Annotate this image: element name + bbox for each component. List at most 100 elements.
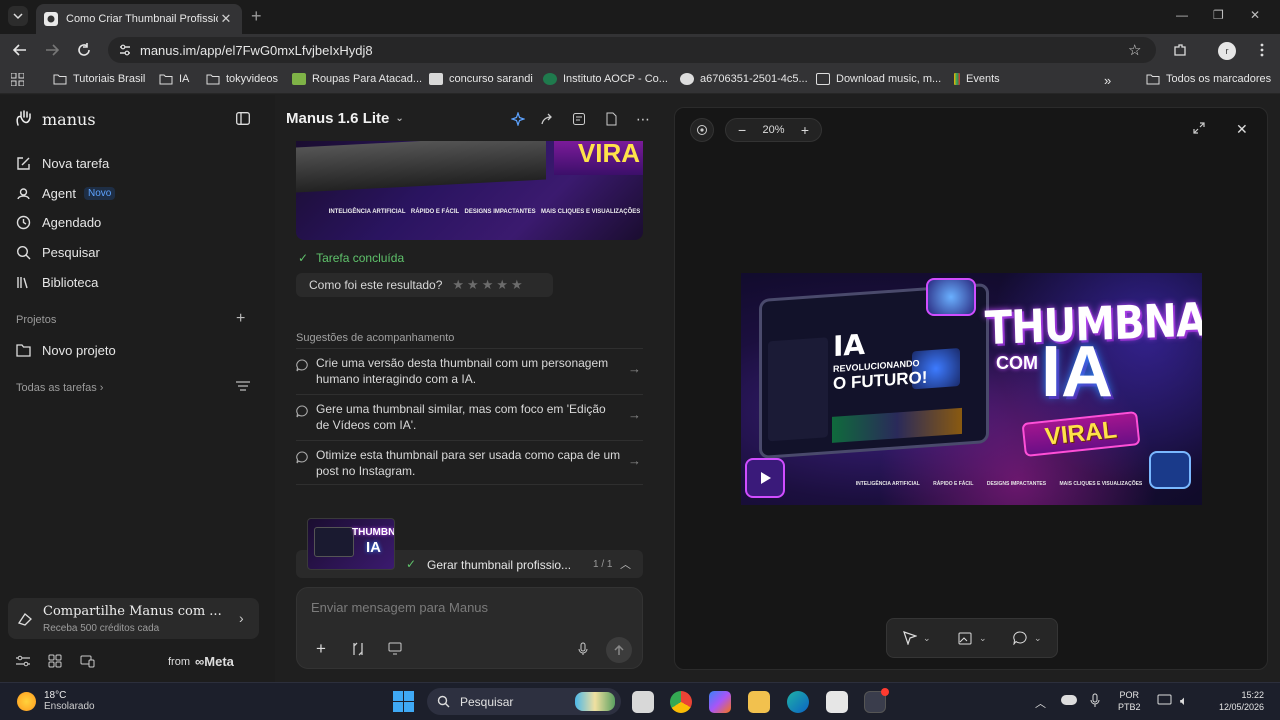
suggestion-item[interactable]: Crie uma versão desta thumbnail com um p… [296, 348, 643, 393]
microphone-icon[interactable] [1090, 693, 1100, 708]
add-attachment-icon[interactable]: + [316, 639, 326, 659]
target-icon [697, 125, 707, 135]
screen-icon[interactable] [1157, 694, 1172, 707]
window-close-icon[interactable]: ✕ [1250, 8, 1260, 22]
document-icon[interactable] [603, 111, 619, 127]
manus-logo[interactable]: manus [14, 109, 96, 129]
browser-menu-icon[interactable] [1254, 42, 1270, 58]
zoom-out-button[interactable]: − [738, 122, 746, 138]
bookmark-a6706351[interactable]: a6706351-2501-4c5... [680, 73, 808, 85]
task-view-icon[interactable] [632, 691, 654, 713]
edge-icon[interactable] [787, 691, 809, 713]
expand-icon[interactable] [1193, 122, 1205, 134]
extensions-icon[interactable] [1172, 42, 1188, 58]
tab-list-button[interactable] [8, 6, 28, 26]
bookmark-download-music[interactable]: Download music, m... [816, 73, 941, 85]
bookmark-aocp[interactable]: Instituto AOCP - Co... [543, 73, 668, 85]
bookmark-tutoriais-brasil[interactable]: Tutoriais Brasil [53, 73, 145, 85]
profile-avatar[interactable]: r [1218, 42, 1236, 60]
bookmark-ia[interactable]: IA [159, 73, 189, 85]
chat-panel: Manus 1.6 Lite ⌄ ⋯ VIRA INTELIGÊNCIA ART… [276, 95, 666, 682]
bookmark-star-icon[interactable]: ☆ [1128, 41, 1141, 59]
sidebar-item-biblioteca[interactable]: Biblioteca [14, 273, 98, 291]
sidebar-item-nova-tarefa[interactable]: Nova tarefa [14, 154, 109, 172]
sun-icon [17, 691, 36, 711]
site-icon [954, 73, 960, 85]
file-explorer-icon[interactable] [748, 691, 770, 713]
all-bookmarks[interactable]: Todos os marcadores [1146, 73, 1271, 85]
bookmark-roupas[interactable]: Roupas Para Atacad... [292, 73, 422, 85]
image-edit-tool-button[interactable]: ⌄ [958, 631, 987, 645]
devices-icon[interactable] [80, 655, 95, 668]
add-project-icon[interactable]: + [236, 310, 245, 328]
close-preview-icon[interactable]: ✕ [1236, 121, 1248, 138]
more-options-icon[interactable]: ⋯ [635, 111, 651, 127]
chevron-down-icon: ⌄ [1034, 632, 1042, 643]
clock[interactable]: 15:22 12/05/2026 [1204, 689, 1264, 713]
filter-icon[interactable] [236, 380, 250, 392]
laptop-sidebar [768, 337, 828, 442]
zoom-in-button[interactable]: + [801, 122, 809, 138]
weather-widget[interactable]: 18°C Ensolarado [17, 690, 95, 712]
new-project-item[interactable]: Novo projeto [14, 341, 116, 359]
address-omnibox[interactable]: manus.im/app/el7FwG0mxLfvjbeIxHydj8 ☆ [108, 37, 1156, 63]
chevron-up-icon[interactable]: ︿ [620, 556, 631, 572]
generated-thumbnail-image[interactable]: IA REVOLUCIONANDO O FUTURO! THUMBNAIL CO… [741, 273, 1202, 505]
suggestion-text: Gere uma thumbnail similar, mas com foco… [316, 402, 606, 432]
message-input-box[interactable]: Enviar mensagem para Manus + [296, 587, 643, 669]
manus-favicon-icon [44, 12, 58, 26]
more-bookmarks-icon[interactable]: » [1104, 73, 1111, 88]
apps-grid-icon[interactable] [11, 73, 24, 86]
bookmark-concurso[interactable]: concurso sarandi [429, 73, 533, 85]
store-icon[interactable] [826, 691, 848, 713]
minimize-icon[interactable]: — [1176, 8, 1188, 22]
comment-tool-button[interactable]: ⌄ [1013, 631, 1042, 645]
share-card[interactable]: Compartilhe Manus com ... Receba 500 cré… [8, 598, 259, 639]
star-rating[interactable]: ★★★★★ [452, 277, 525, 293]
sparkle-icon[interactable] [510, 111, 526, 127]
send-button[interactable] [606, 637, 632, 663]
bookmark-events[interactable]: Events [954, 73, 1000, 85]
microphone-icon[interactable] [578, 642, 588, 656]
chrome-icon[interactable] [670, 691, 692, 713]
suggestion-item[interactable]: Otimize esta thumbnail para ser usada co… [296, 440, 643, 485]
sidebar-item-agendado[interactable]: Agendado [14, 213, 101, 231]
forward-arrow-icon[interactable] [44, 42, 60, 58]
suggestion-item[interactable]: Gere uma thumbnail similar, mas com foco… [296, 394, 643, 439]
windows-start-icon[interactable] [393, 691, 414, 712]
settings-sliders-icon[interactable] [16, 655, 30, 667]
restore-icon[interactable]: ❐ [1213, 8, 1224, 22]
bookmark-tokyvideos[interactable]: tokyvideos [206, 73, 278, 85]
onedrive-icon[interactable] [1061, 695, 1077, 705]
sidebar-item-label: Pesquisar [42, 244, 100, 260]
input-language[interactable]: POR PTB2 [1118, 689, 1141, 713]
back-arrow-icon[interactable] [12, 42, 28, 58]
share-icon[interactable] [539, 111, 555, 127]
computer-icon[interactable] [388, 642, 402, 655]
sidebar-item-pesquisar[interactable]: Pesquisar [14, 243, 100, 261]
site-settings-icon[interactable] [118, 43, 132, 57]
arrow-up-icon [614, 644, 624, 655]
sidebar-item-agent[interactable]: Agent Novo [14, 184, 116, 202]
tab-close-icon[interactable]: ✕ [218, 11, 234, 27]
sidebar-toggle-icon[interactable] [236, 112, 250, 125]
browser-tab-active[interactable]: Como Criar Thumbnail Profissio ✕ [36, 4, 242, 34]
select-tool-button[interactable]: ⌄ [903, 631, 931, 645]
copilot-icon[interactable] [709, 691, 731, 713]
task-thumbnail-preview[interactable]: THUMBNAIL IA [307, 518, 395, 570]
chevron-up-icon[interactable]: ︿ [1035, 695, 1046, 711]
bookmark-label: a6706351-2501-4c5... [700, 73, 808, 85]
notes-icon[interactable] [571, 111, 587, 127]
chat-thumbnail-image[interactable]: VIRA INTELIGÊNCIA ARTIFICIAL RÁPIDO E FÁ… [296, 141, 643, 240]
taskbar-search[interactable]: Pesquisar [427, 688, 621, 715]
all-tasks-heading[interactable]: Todas as tarefas › [16, 382, 103, 394]
reload-icon[interactable] [76, 42, 92, 58]
bookmark-label: concurso sarandi [449, 73, 533, 85]
fit-view-button[interactable] [690, 118, 714, 142]
task-title: Gerar thumbnail profissio... [427, 558, 572, 572]
apps-icon[interactable] [48, 654, 62, 668]
tools-icon[interactable] [351, 642, 365, 656]
model-selector[interactable]: Manus 1.6 Lite ⌄ [286, 110, 404, 127]
speaker-icon[interactable]: 🔈︎ [1180, 693, 1188, 709]
new-tab-button[interactable]: + [251, 6, 262, 26]
